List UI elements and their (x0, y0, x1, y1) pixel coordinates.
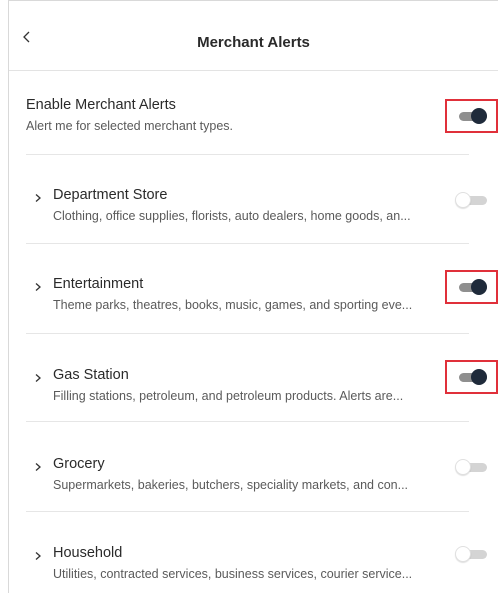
category-title: Household (53, 545, 123, 561)
enable-merchant-alerts-toggle[interactable] (455, 108, 489, 124)
divider (26, 421, 469, 422)
chevron-right-icon (35, 463, 41, 471)
divider (26, 333, 469, 334)
toggle-knob (471, 279, 487, 295)
category-description: Clothing, office supplies, florists, aut… (53, 209, 411, 223)
category-title: Entertainment (53, 276, 144, 292)
category-row-entertainment[interactable]: Entertainment Theme parks, theatres, boo… (26, 276, 498, 326)
category-row-gas-station[interactable]: Gas Station Filling stations, petroleum,… (26, 367, 498, 417)
page-title: Merchant Alerts (197, 34, 310, 51)
enable-merchant-alerts-label: Enable Merchant Alerts (26, 97, 176, 113)
category-description: Filling stations, petroleum, and petrole… (53, 389, 404, 403)
chevron-right-icon (35, 194, 41, 202)
category-description: Supermarkets, bakeries, butchers, specia… (53, 478, 409, 492)
department-store-toggle[interactable] (455, 192, 489, 208)
category-row-department-store[interactable]: Department Store Clothing, office suppli… (26, 187, 498, 237)
entertainment-toggle[interactable] (455, 279, 489, 295)
enable-merchant-alerts-description: Alert me for selected merchant types. (26, 119, 234, 133)
header: Merchant Alerts (9, 1, 498, 71)
toggle-knob (455, 459, 471, 475)
category-title: Department Store (53, 187, 168, 203)
household-toggle[interactable] (455, 546, 489, 562)
divider (26, 243, 469, 244)
toggle-knob (455, 192, 471, 208)
chevron-right-icon (35, 283, 41, 291)
toggle-knob (471, 369, 487, 385)
toggle-knob (455, 546, 471, 562)
category-description: Utilities, contracted services, business… (53, 567, 413, 581)
grocery-toggle[interactable] (455, 459, 489, 475)
divider (26, 154, 469, 155)
chevron-right-icon (35, 552, 41, 560)
enable-merchant-alerts-row: Enable Merchant Alerts Alert me for sele… (26, 97, 498, 157)
category-title: Grocery (53, 456, 105, 472)
category-row-grocery[interactable]: Grocery Supermarkets, bakeries, butchers… (26, 456, 498, 506)
merchant-alerts-panel: Merchant Alerts Enable Merchant Alerts A… (8, 0, 498, 593)
divider (26, 511, 469, 512)
gas-station-toggle[interactable] (455, 369, 489, 385)
chevron-right-icon (35, 374, 41, 382)
category-description: Theme parks, theatres, books, music, gam… (53, 298, 413, 312)
category-title: Gas Station (53, 367, 129, 383)
toggle-knob (471, 108, 487, 124)
category-row-household[interactable]: Household Utilities, contracted services… (26, 545, 498, 595)
